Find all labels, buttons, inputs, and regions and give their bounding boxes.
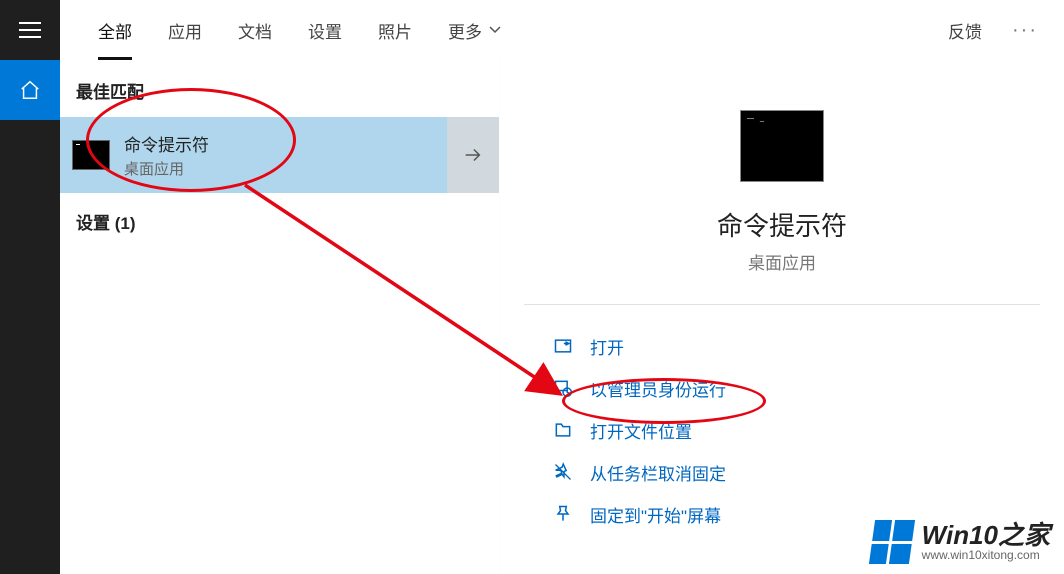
pin-icon	[552, 503, 574, 525]
tab-settings[interactable]: 设置	[290, 0, 360, 60]
actions-list: 打开 以管理员身份运行 打开文件位置 从任务栏取消固定	[524, 325, 1040, 535]
action-open-label: 打开	[590, 334, 624, 359]
result-item-cmd[interactable]: 命令提示符 桌面应用	[60, 117, 499, 193]
main-area: 最佳匹配 命令提示符 桌面应用 设置 (1) 命令提示符 桌面应用 打开	[60, 60, 1064, 574]
chevron-down-icon	[488, 25, 502, 35]
admin-icon	[552, 377, 574, 399]
cmd-app-icon	[72, 140, 110, 170]
action-admin-label: 以管理员身份运行	[590, 376, 726, 401]
arrow-right-icon	[462, 144, 484, 166]
feedback-button[interactable]: 反馈	[940, 18, 990, 43]
preview-app-icon	[740, 110, 824, 182]
left-rail	[0, 0, 60, 574]
action-pin-label: 固定到"开始"屏幕	[590, 502, 721, 527]
action-run-as-admin[interactable]: 以管理员身份运行	[524, 367, 1040, 409]
folder-icon	[552, 419, 574, 441]
best-match-header: 最佳匹配	[60, 60, 499, 117]
action-unpin-label: 从任务栏取消固定	[590, 460, 726, 485]
preview-column: 命令提示符 桌面应用 打开 以管理员身份运行 打开文件位置	[500, 60, 1064, 574]
watermark-url: www.win10xitong.com	[922, 548, 1050, 562]
preview-title: 命令提示符	[717, 206, 847, 243]
tab-more-label: 更多	[448, 18, 482, 43]
watermark: Win10之家 www.win10xitong.com	[868, 520, 1050, 564]
action-unpin-taskbar[interactable]: 从任务栏取消固定	[524, 451, 1040, 493]
result-subtitle: 桌面应用	[124, 158, 487, 179]
hamburger-icon	[19, 22, 41, 38]
action-open[interactable]: 打开	[524, 325, 1040, 367]
tab-photos[interactable]: 照片	[360, 0, 430, 60]
unpin-icon	[552, 461, 574, 483]
home-icon	[19, 79, 41, 101]
action-location-label: 打开文件位置	[590, 418, 692, 443]
result-title: 命令提示符	[124, 131, 487, 156]
tab-more[interactable]: 更多	[430, 0, 520, 60]
action-open-file-location[interactable]: 打开文件位置	[524, 409, 1040, 451]
top-tabs-bar: 全部 应用 文档 设置 照片 更多 反馈 ···	[60, 0, 1064, 60]
result-text: 命令提示符 桌面应用	[124, 131, 487, 179]
result-expand-button[interactable]	[447, 117, 499, 193]
windows-logo-icon	[865, 520, 915, 564]
home-button[interactable]	[0, 60, 60, 120]
tab-apps[interactable]: 应用	[150, 0, 220, 60]
preview-subtitle: 桌面应用	[748, 249, 816, 274]
tab-all[interactable]: 全部	[80, 0, 150, 60]
divider	[524, 304, 1040, 305]
tab-docs[interactable]: 文档	[220, 0, 290, 60]
settings-section-header: 设置 (1)	[60, 193, 499, 248]
open-icon	[552, 335, 574, 357]
header-right-actions: 反馈 ···	[940, 18, 1044, 43]
more-options-button[interactable]: ···	[1006, 19, 1044, 42]
category-tabs: 全部 应用 文档 设置 照片 更多	[80, 0, 520, 60]
results-column: 最佳匹配 命令提示符 桌面应用 设置 (1)	[60, 60, 500, 574]
hamburger-button[interactable]	[0, 0, 60, 60]
watermark-title: Win10之家	[922, 522, 1050, 548]
